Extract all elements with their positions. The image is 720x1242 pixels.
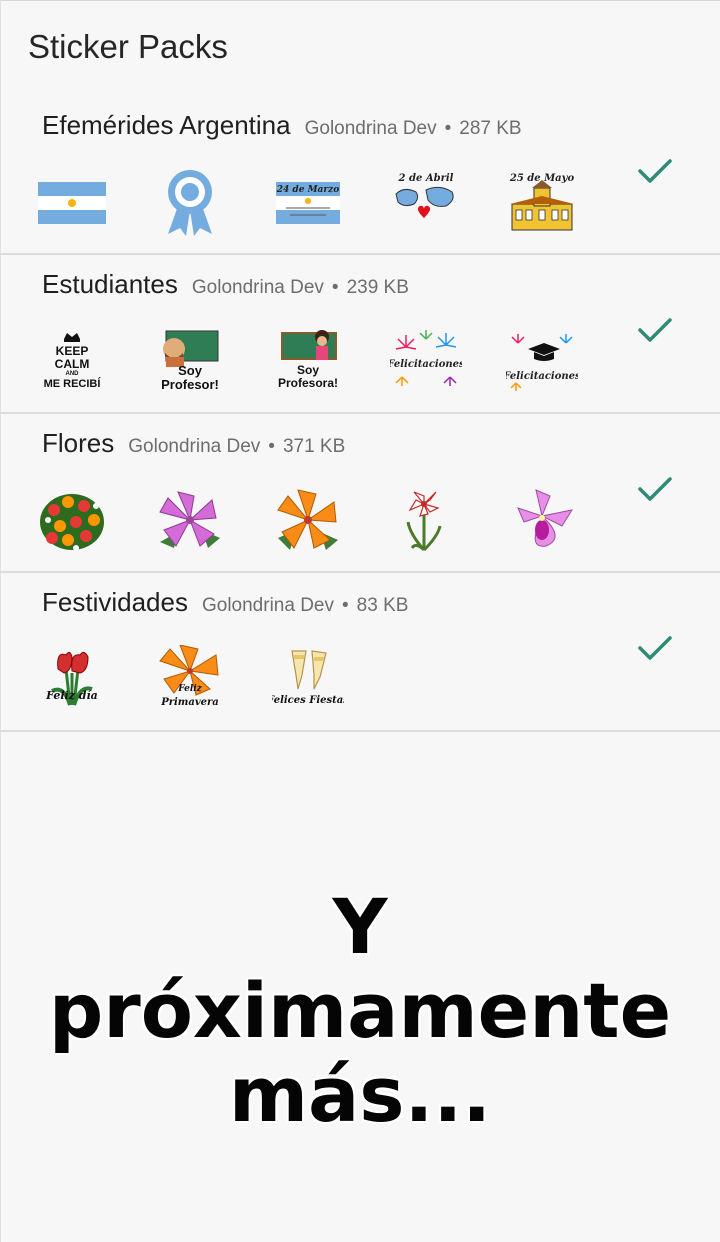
pack-name: Estudiantes bbox=[42, 269, 178, 299]
sticker-text-profesor: Profesor! bbox=[161, 377, 219, 392]
promo-line-2: próximamente bbox=[48, 966, 672, 1055]
pack-meta: Golondrina Dev • 83 KB bbox=[201, 595, 409, 616]
sticker-felicitaciones-graduation: Felicitaciones bbox=[506, 327, 578, 395]
sticker-felicitaciones-fireworks: Felicitaciones bbox=[390, 327, 462, 395]
sticker-amaryllis bbox=[390, 486, 462, 554]
pack-meta: Golondrina Dev • 239 KB bbox=[191, 277, 409, 298]
pack-publisher: Golondrina Dev bbox=[128, 436, 261, 457]
sticker-pack-efemerides[interactable]: Efemérides Argentina Golondrina Dev • 287 … bbox=[0, 96, 720, 255]
pack-header: Estudiantes Golondrina Dev • 239 KB bbox=[42, 269, 409, 300]
sticker-pink-azalea bbox=[154, 486, 226, 554]
sticker-pack-flores[interactable]: Flores Golondrina Dev • 371 KB bbox=[0, 414, 720, 573]
sticker-pack-estudiantes[interactable]: Estudiantes Golondrina Dev • 239 KB KEEP CA… bbox=[0, 255, 720, 414]
pack-name: Efemérides Argentina bbox=[42, 110, 291, 140]
sticker-keep-calm-me-recibi: KEEP CALM AND ME RECIBÍ bbox=[36, 327, 108, 395]
sticker-pack-festividades[interactable]: Festividades Golondrina Dev • 83 KB Feliz … bbox=[0, 573, 720, 732]
sticker-cabildo-25-de-mayo: 25 de Mayo bbox=[506, 168, 578, 236]
sticker-escarapela bbox=[154, 168, 226, 236]
check-icon bbox=[638, 318, 672, 342]
pack-size: 83 KB bbox=[356, 595, 409, 616]
sticker-malvinas-2-de-abril: 2 de Abril bbox=[390, 168, 462, 236]
sticker-text-calm: CALM bbox=[55, 357, 90, 371]
pack-header: Efemérides Argentina Golondrina Dev • 287 … bbox=[42, 110, 522, 141]
promo-line-3: más... bbox=[228, 1050, 492, 1139]
pack-name: Festividades bbox=[42, 587, 188, 617]
sticker-text-felicitaciones: Felicitaciones bbox=[506, 371, 578, 382]
pack-publisher: Golondrina Dev bbox=[191, 277, 324, 298]
pack-publisher: Golondrina Dev bbox=[201, 595, 334, 616]
pack-publisher: Golondrina Dev bbox=[304, 118, 437, 139]
pack-header: Festividades Golondrina Dev • 83 KB bbox=[42, 587, 408, 618]
pack-name: Flores bbox=[42, 428, 115, 458]
top-border bbox=[0, 0, 720, 1]
sticker-text-and: AND bbox=[66, 371, 80, 377]
pack-size: 287 KB bbox=[459, 118, 522, 139]
pack-meta: Golondrina Dev • 371 KB bbox=[128, 436, 346, 457]
sticker-orchid bbox=[506, 486, 578, 554]
sticker-text-me-recibi: ME RECIBÍ bbox=[44, 377, 102, 390]
sticker-text-date: 24 de Marzo bbox=[276, 185, 339, 195]
check-icon bbox=[638, 477, 672, 501]
promo-line-1: Y bbox=[332, 882, 388, 971]
sticker-felices-fiestas: Felices Fiestas bbox=[272, 645, 344, 713]
sticker-text-felicitaciones: Felicitaciones bbox=[390, 359, 462, 370]
sticker-text-primavera: Primavera bbox=[160, 697, 219, 708]
promo-text: Y próximamente más... bbox=[0, 885, 720, 1137]
sticker-soy-profesor: Soy Profesor! bbox=[154, 327, 226, 395]
sticker-text-soy: Soy bbox=[297, 363, 319, 377]
sticker-text-keep: KEEP bbox=[56, 344, 89, 358]
check-icon bbox=[638, 636, 672, 660]
pack-size: 371 KB bbox=[282, 436, 346, 457]
sticker-text-feliz: Feliz bbox=[177, 684, 202, 694]
sticker-feliz-dia-tulips: Feliz día bbox=[36, 645, 108, 713]
pack-meta: Golondrina Dev • 287 KB bbox=[304, 118, 522, 139]
sticker-orange-azalea bbox=[272, 486, 344, 554]
sticker-feliz-primavera: Feliz Primavera bbox=[154, 645, 226, 713]
sticker-text-felices-fiestas: Felices Fiestas bbox=[272, 695, 344, 706]
pack-size: 239 KB bbox=[346, 277, 409, 298]
check-icon bbox=[638, 159, 672, 183]
sticker-argentina-flag bbox=[36, 168, 108, 236]
sticker-flag-24-de-marzo: 24 de Marzo bbox=[272, 168, 344, 236]
page-title: Sticker Packs bbox=[28, 28, 228, 65]
divider bbox=[0, 730, 720, 732]
sticker-text-malvinas: 2 de Abril bbox=[398, 173, 454, 184]
sticker-text-soy: Soy bbox=[178, 363, 203, 378]
pack-header: Flores Golondrina Dev • 371 KB bbox=[42, 428, 345, 459]
sticker-text-profesora: Profesora! bbox=[278, 376, 338, 390]
sticker-text-feliz-dia: Feliz día bbox=[45, 689, 98, 702]
sticker-soy-profesora: Soy Profesora! bbox=[272, 327, 344, 395]
sticker-flower-bouquet bbox=[36, 486, 108, 554]
